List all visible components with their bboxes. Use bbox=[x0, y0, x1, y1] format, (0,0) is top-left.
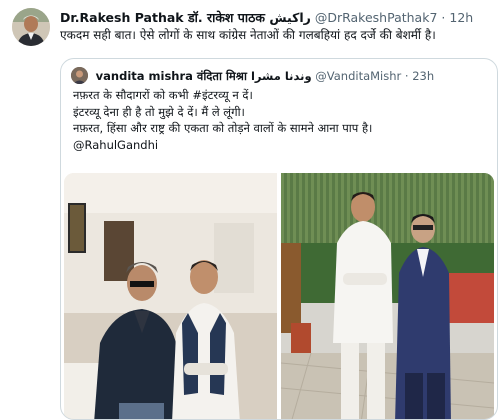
photo-left[interactable] bbox=[64, 173, 277, 419]
tweet-time[interactable]: 12h bbox=[449, 10, 473, 25]
quoted-tweet[interactable]: vandita mishra वंदिता मिश्रा وندنا مشرا … bbox=[60, 58, 498, 420]
author-name[interactable]: Dr.Rakesh Pathak डॉ. राकेश पाठक راکیش bbox=[60, 10, 311, 25]
author-handle[interactable]: @DrRakeshPathak7 bbox=[315, 10, 438, 25]
quote-line: नफ़रत के सौदागरों को कभी #इंटरव्यू न दें… bbox=[73, 88, 253, 102]
profile-photo-icon bbox=[12, 8, 50, 46]
tweet-text: एकदम सही बात। ऐसे लोगों के साथ कांग्रेस … bbox=[60, 28, 436, 42]
quote-line: इंटरव्यू देना ही है तो मुझे दे दें। मैं … bbox=[73, 104, 245, 119]
separator-dot: · bbox=[404, 69, 409, 83]
quoted-tweet-header: vandita mishra वंदिता मिश्रा وندنا مشرا … bbox=[71, 67, 489, 85]
media-grid bbox=[64, 173, 494, 419]
quote-author-handle[interactable]: @VanditaMishr bbox=[315, 69, 401, 83]
quote-author-name[interactable]: vandita mishra वंदिता मिश्रा وندنا مشرا bbox=[96, 69, 312, 83]
profile-photo-icon bbox=[71, 67, 88, 84]
quote-time[interactable]: 23h bbox=[412, 69, 434, 83]
separator-dot: · bbox=[441, 10, 446, 25]
mention-link[interactable]: @RahulGandhi bbox=[73, 137, 489, 154]
photo-right[interactable] bbox=[281, 173, 494, 419]
quote-author-avatar[interactable] bbox=[71, 67, 88, 84]
photo-image bbox=[281, 173, 494, 419]
quoted-tweet-text: नफ़रत के सौदागरों को कभी #इंटरव्यू न दें… bbox=[73, 87, 489, 153]
author-avatar[interactable] bbox=[12, 8, 50, 46]
quote-line: नफ़रत, हिंसा और राष्ट्र की एकता को तोड़न… bbox=[73, 121, 373, 135]
tweet-card[interactable]: Dr.Rakesh Pathak डॉ. राकेश पाठक راکیش @D… bbox=[0, 0, 504, 420]
photo-image bbox=[64, 173, 277, 419]
tweet-header: Dr.Rakesh Pathak डॉ. राकेश पाठक راکیش @D… bbox=[60, 9, 496, 27]
